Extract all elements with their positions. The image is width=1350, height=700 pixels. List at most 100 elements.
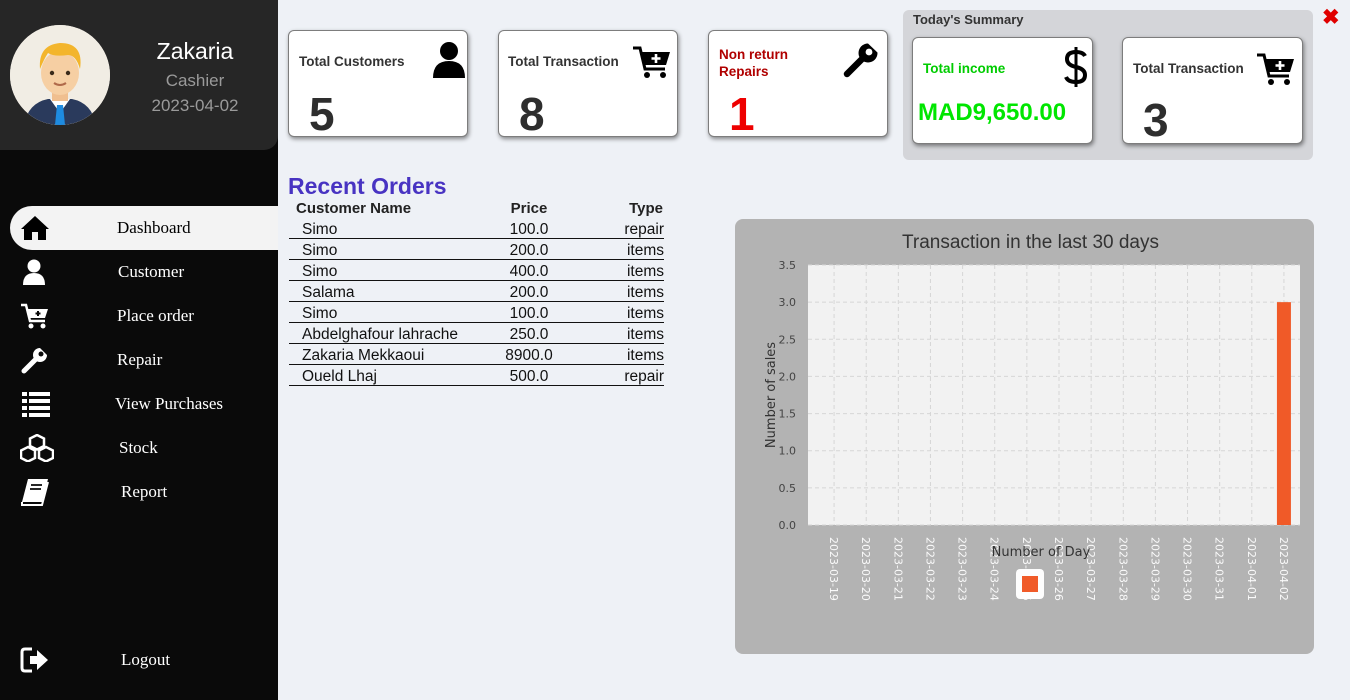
nav-item-customer[interactable]: Customer [10, 250, 278, 294]
cell-customer-name: Oueld Lhaj [302, 368, 377, 385]
y-axis-ticks: 0.0 0.5 1.0 1.5 2.0 2.5 3.0 3.5 [779, 259, 797, 532]
y-tick-label: 1.0 [779, 445, 797, 458]
table-row[interactable]: Salama 200.0 items [289, 281, 664, 302]
cell-customer-name: Abdelghafour lahrache [302, 326, 458, 343]
table-row[interactable]: Simo 400.0 items [289, 260, 664, 281]
cell-price: 100.0 [509, 305, 549, 322]
table-row[interactable]: Oueld Lhaj 500.0 repair [289, 365, 664, 386]
nav-label-place-order: Place order [117, 306, 194, 325]
y-axis-label: Number of sales [764, 342, 779, 448]
logout-button[interactable]: Logout [10, 638, 278, 682]
table-row[interactable]: Simo 100.0 repair [289, 218, 664, 239]
x-tick-label: 2023-03-19 [827, 537, 840, 601]
cell-type: items [626, 284, 664, 301]
chart-bars [1276, 302, 1291, 525]
chart-bar [1276, 302, 1291, 525]
cell-type: items [626, 305, 664, 322]
nav-item-dashboard[interactable]: Dashboard [10, 206, 278, 250]
logout-icon [20, 646, 50, 674]
recent-orders-table: Customer Name Price Type Simo 100.0 repair… [289, 198, 664, 386]
cell-type: items [626, 242, 664, 259]
x-tick-label: 2023-03-31 [1213, 537, 1226, 601]
current-date: 2023-04-02 [151, 96, 239, 115]
user-name: Zakaria [156, 38, 234, 64]
cell-customer-name: Simo [302, 305, 338, 322]
cell-price: 200.0 [509, 284, 549, 301]
total-customers-title: Total Customers [299, 54, 405, 69]
x-tick-label: 2023-03-28 [1116, 537, 1129, 601]
x-tick-label: 2023-04-01 [1245, 537, 1258, 601]
y-tick-label: 2.0 [779, 370, 797, 383]
today-transaction-card: Total Transaction 3 [1122, 37, 1303, 146]
cell-type: repair [624, 221, 664, 238]
user-icon [20, 258, 50, 286]
nav-item-stock[interactable]: Stock [10, 426, 278, 470]
non-return-repairs-value: 1 [729, 88, 755, 140]
total-customers-card: Total Customers 5 [288, 30, 468, 140]
today-transaction-title: Total Transaction [1133, 61, 1244, 76]
cell-price: 400.0 [509, 263, 549, 280]
cell-customer-name: Simo [302, 221, 338, 238]
column-header-customer-name: Customer Name [296, 200, 412, 217]
table-row[interactable]: Simo 200.0 items [289, 239, 664, 260]
x-tick-label: 2023-04-02 [1277, 537, 1290, 601]
user-role: Cashier [165, 71, 225, 90]
y-tick-label: 0.0 [779, 519, 797, 532]
avatar [10, 25, 110, 125]
nav-label-customer: Customer [118, 262, 185, 281]
profile-panel: Zakaria Cashier 2023-04-02 [0, 0, 278, 150]
cell-type: items [626, 263, 664, 280]
recent-orders-title: Recent Orders [288, 173, 447, 199]
boxes-icon [19, 433, 55, 463]
x-tick-label: 2023-03-23 [956, 537, 969, 601]
sidebar: Zakaria Cashier 2023-04-02 Dashboard Cus… [0, 0, 278, 700]
y-tick-label: 3.5 [779, 259, 797, 272]
x-axis-label: Number of Day [992, 545, 1091, 560]
cell-type: items [626, 326, 664, 343]
nav-label-repair: Repair [117, 350, 163, 369]
y-tick-label: 2.5 [779, 333, 797, 346]
nav-item-report[interactable]: Report [10, 470, 278, 514]
x-tick-label: 2023-03-21 [891, 537, 904, 601]
cell-price: 200.0 [509, 242, 549, 259]
wrench-icon [20, 346, 50, 374]
todays-summary-panel: Today's Summary Total income MAD9,650.00… [903, 10, 1313, 160]
nav-label-report: Report [121, 482, 168, 501]
nav-item-place-order[interactable]: Place order [10, 294, 278, 338]
total-transaction-value: 8 [519, 88, 545, 140]
x-tick-label: 2023-03-20 [859, 537, 872, 601]
cart-plus-icon [632, 45, 672, 84]
close-button[interactable]: ✖ [1322, 5, 1340, 30]
table-row[interactable]: Abdelghafour lahrache 250.0 items [289, 323, 664, 344]
total-income-value: MAD9,650.00 [918, 99, 1067, 126]
cell-type: items [626, 347, 664, 364]
column-header-type: Type [629, 200, 663, 217]
cell-type: repair [624, 368, 664, 385]
todays-summary-title: Today's Summary [913, 12, 1024, 27]
table-header: Customer Name Price Type [289, 198, 664, 218]
y-tick-label: 3.0 [779, 296, 797, 309]
list-icon [20, 390, 50, 418]
cell-price: 250.0 [509, 326, 549, 343]
cell-customer-name: Simo [302, 242, 338, 259]
nav-item-view-purchases[interactable]: View Purchases [10, 382, 278, 426]
today-transaction-value: 3 [1143, 94, 1169, 146]
non-return-repairs-title: Non return Repairs [719, 47, 788, 79]
nav-item-repair[interactable]: Repair [10, 338, 278, 382]
cell-customer-name: Salama [302, 284, 355, 301]
total-income-title: Total income [923, 61, 1006, 76]
cart-plus-icon [1256, 52, 1296, 91]
column-header-price: Price [510, 200, 548, 217]
user-icon [432, 41, 466, 84]
wrench-icon [842, 41, 880, 84]
table-row[interactable]: Simo 100.0 items [289, 302, 664, 323]
total-income-card: Total income MAD9,650.00 [912, 37, 1093, 144]
chart-legend [1016, 569, 1044, 599]
transactions-chart-panel: Transaction in the last 30 days 0.0 0.5 1.… [735, 219, 1314, 654]
table-row[interactable]: Zakaria Mekkaoui 8900.0 items [289, 344, 664, 365]
cart-plus-icon [20, 302, 50, 330]
total-customers-value: 5 [309, 88, 335, 140]
cell-price: 100.0 [509, 221, 549, 238]
x-tick-label: 2023-03-22 [923, 537, 936, 601]
nav-label-view-purchases: View Purchases [115, 394, 224, 413]
